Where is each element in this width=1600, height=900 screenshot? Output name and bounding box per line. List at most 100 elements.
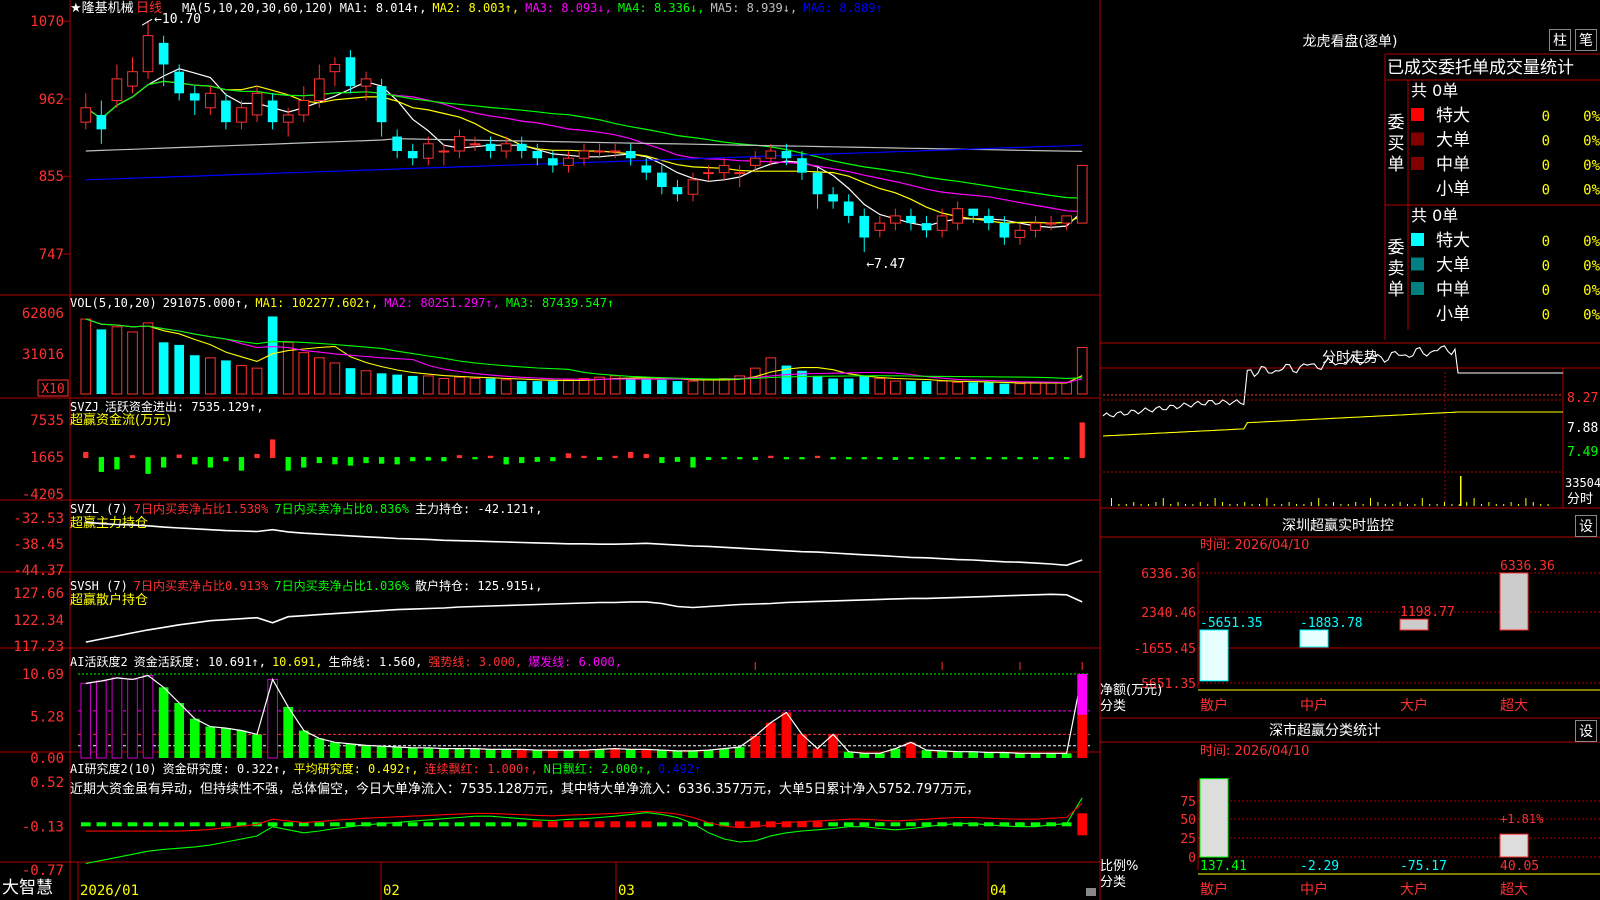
sz-monitor-settings-button[interactable]: 设	[1575, 515, 1597, 537]
volume-bar-up	[749, 367, 761, 395]
intraday-vol-bar	[1244, 502, 1246, 506]
flow-bar	[145, 457, 151, 474]
activity-bar	[1046, 753, 1056, 758]
volume-bar-up	[438, 377, 450, 395]
activity-bar	[625, 749, 636, 758]
flow-bar	[659, 457, 665, 464]
flow-bar	[1001, 457, 1008, 460]
low-label: ←7.47	[866, 257, 905, 272]
candle-body-down	[999, 223, 1010, 238]
activity-bar	[672, 750, 683, 758]
research-bar	[594, 821, 605, 828]
ai1-header-item: 生命线: 1.560,	[329, 654, 423, 669]
research-bar	[112, 822, 122, 827]
buy-row-swatch	[1411, 132, 1424, 146]
candle-body-down	[345, 57, 356, 87]
activity-bar	[734, 746, 745, 758]
research-bar	[828, 822, 838, 827]
bar-mode-button[interactable]: 柱	[1549, 29, 1571, 51]
sz-class-bar-label: -75.17	[1400, 859, 1447, 874]
activity-bar	[703, 750, 714, 758]
intraday-vol-bar	[1540, 504, 1542, 506]
intraday-vol-bar	[1118, 504, 1120, 506]
high-label: ←10.70	[154, 12, 201, 27]
candle-body-up	[687, 179, 699, 195]
intraday-foot: 分时	[1567, 492, 1593, 507]
volume-bar-up	[890, 380, 901, 395]
candle-body-up	[298, 100, 310, 116]
activity-bar	[516, 749, 527, 758]
volume-bar-down	[999, 383, 1010, 394]
buy-row-swatch	[1411, 157, 1424, 170]
activity-bar	[221, 728, 231, 758]
tick-mode-button[interactable]: 笔	[1575, 29, 1597, 51]
research-bar	[1077, 813, 1088, 836]
intraday-vol-bar	[1355, 502, 1357, 506]
intraday-vol-bar	[1333, 502, 1334, 506]
research-bar	[874, 822, 885, 827]
volume-bar-up	[111, 326, 123, 395]
svzj-axis-label: 1665	[30, 450, 64, 466]
research-bar	[174, 822, 185, 827]
research-bar	[579, 821, 589, 828]
activity-bar	[1030, 753, 1041, 758]
candle-body-down	[392, 136, 402, 151]
flow-bar	[674, 457, 681, 462]
svzj-header-item: SVZJ	[70, 400, 99, 414]
activity-bar	[641, 749, 652, 758]
research-bar	[470, 822, 480, 827]
sz-monitor-axis-label: 2340.46	[1141, 606, 1196, 621]
main-chart-canvas[interactable]: ★隆基机械 日线 MA(5,10,20,30,60,120) MA1: 8.014↑,…	[0, 0, 1600, 900]
sell-row-percent: 0%	[1583, 308, 1600, 324]
flow-bar	[316, 457, 322, 464]
volume-bar-down	[657, 379, 667, 394]
sz-class-xlabel: 分类	[1100, 875, 1126, 890]
candle-body-down	[174, 71, 185, 94]
flow-bar	[160, 457, 167, 468]
sell-row-volume: 0	[1542, 234, 1550, 250]
research-bar	[501, 822, 511, 827]
buy-total: 共 0单	[1411, 81, 1458, 100]
research-bar	[610, 821, 620, 828]
candle-body-up	[749, 157, 761, 166]
sell-row-name: 中单	[1436, 280, 1470, 300]
ai1-header-item: 10.691,	[272, 655, 323, 669]
sz-monitor-ylabel: 净额(万元)	[1100, 683, 1162, 698]
candle-body-up	[1045, 222, 1057, 225]
volume-bar-up	[142, 322, 154, 395]
svzl-header-item: 7日内买卖净占比0.836%	[274, 501, 409, 516]
candle-body-up	[952, 208, 963, 224]
volume-bar-up	[236, 365, 247, 395]
svsh-header-item: SVSH (7)	[70, 579, 128, 593]
research-bar	[267, 822, 278, 827]
sz-class-category: 散户	[1200, 881, 1228, 898]
intraday-vol-bar	[1281, 504, 1283, 506]
volume-bar-up	[874, 377, 886, 395]
activity-bar	[1015, 753, 1025, 758]
vol-unit-label: X10	[41, 382, 64, 397]
volume-bar-up	[454, 376, 465, 395]
flow-bar	[892, 457, 899, 460]
flow-bar	[628, 452, 634, 459]
flow-bar	[1079, 422, 1085, 459]
intraday-vol-bar	[1207, 504, 1209, 506]
volume-bar-down	[158, 342, 169, 394]
activity-bar	[532, 750, 543, 758]
svsh-subtitle: 超赢散户持仓	[70, 592, 148, 608]
research-bar	[641, 821, 652, 828]
intraday-vol-bar	[1421, 498, 1423, 506]
volume-bar-up	[500, 379, 512, 395]
flow-bar	[456, 455, 463, 459]
flow-bar	[721, 457, 727, 460]
intraday-vol-bar	[1125, 504, 1127, 506]
flow-bar	[378, 457, 385, 464]
sz-class-bar-label: 137.41	[1200, 859, 1247, 874]
ma-line-30	[85, 80, 1083, 199]
flow-bar	[238, 457, 245, 471]
sz-class-settings-button[interactable]: 设	[1575, 720, 1597, 742]
intraday-vol-bar	[1325, 504, 1327, 506]
candle-body-down	[859, 215, 870, 238]
research-bar	[439, 822, 449, 827]
volume-bar-down	[983, 382, 994, 394]
research-bar	[563, 821, 574, 828]
